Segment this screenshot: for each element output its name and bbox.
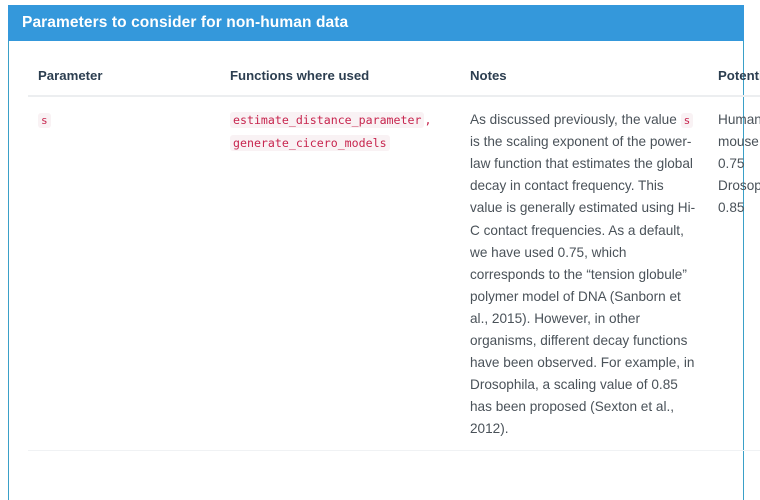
table-body: s estimate_distance_parameter, generate_… (28, 96, 760, 451)
table-header-row: Parameter Functions where used Notes Pot… (28, 41, 760, 98)
potential-value-line-4: 0.85 (718, 200, 745, 216)
table-container: Parameter Functions where used Notes Pot… (9, 41, 760, 451)
page-root: Parameters to consider for non-human dat… (0, 0, 760, 500)
notes-text-part2: is the scaling exponent of the power-law… (470, 134, 696, 436)
potential-value-line-3: Drosophila: (718, 178, 760, 194)
page-title: Parameters to consider for non-human dat… (22, 14, 349, 31)
notes-inline-code: s (680, 113, 694, 129)
table-head: Parameter Functions where used Notes Pot… (28, 41, 760, 98)
card-header: Parameters to consider for non-human dat… (8, 5, 744, 41)
column-header-notes: Notes (460, 41, 708, 98)
function-code-1: estimate_distance_parameter (230, 112, 425, 129)
cell-parameter: s (28, 96, 220, 451)
cell-notes: As discussed previously, the value s is … (460, 96, 708, 451)
parameters-table: Parameter Functions where used Notes Pot… (28, 41, 760, 451)
functions-separator: , (424, 113, 432, 128)
column-header-potential-values: Potential values (708, 41, 760, 98)
function-code-2: generate_cicero_models (230, 135, 390, 152)
functions-list: estimate_distance_parameter, generate_ci… (230, 112, 432, 152)
parameter-name-code: s (38, 113, 51, 129)
parameters-card: Parameters to consider for non-human dat… (8, 5, 760, 500)
column-header-functions: Functions where used (220, 41, 460, 98)
potential-value-line-2: 0.75 (718, 156, 745, 172)
table-row: s estimate_distance_parameter, generate_… (28, 96, 760, 451)
potential-value-line-1: Human and mouse: (718, 112, 760, 150)
cell-potential-values: Human and mouse: 0.75 Drosophila: 0.85 (708, 96, 760, 451)
column-header-parameter: Parameter (28, 41, 220, 98)
cell-functions: estimate_distance_parameter, generate_ci… (220, 96, 460, 451)
notes-text-part1: As discussed previously, the value (470, 112, 677, 128)
